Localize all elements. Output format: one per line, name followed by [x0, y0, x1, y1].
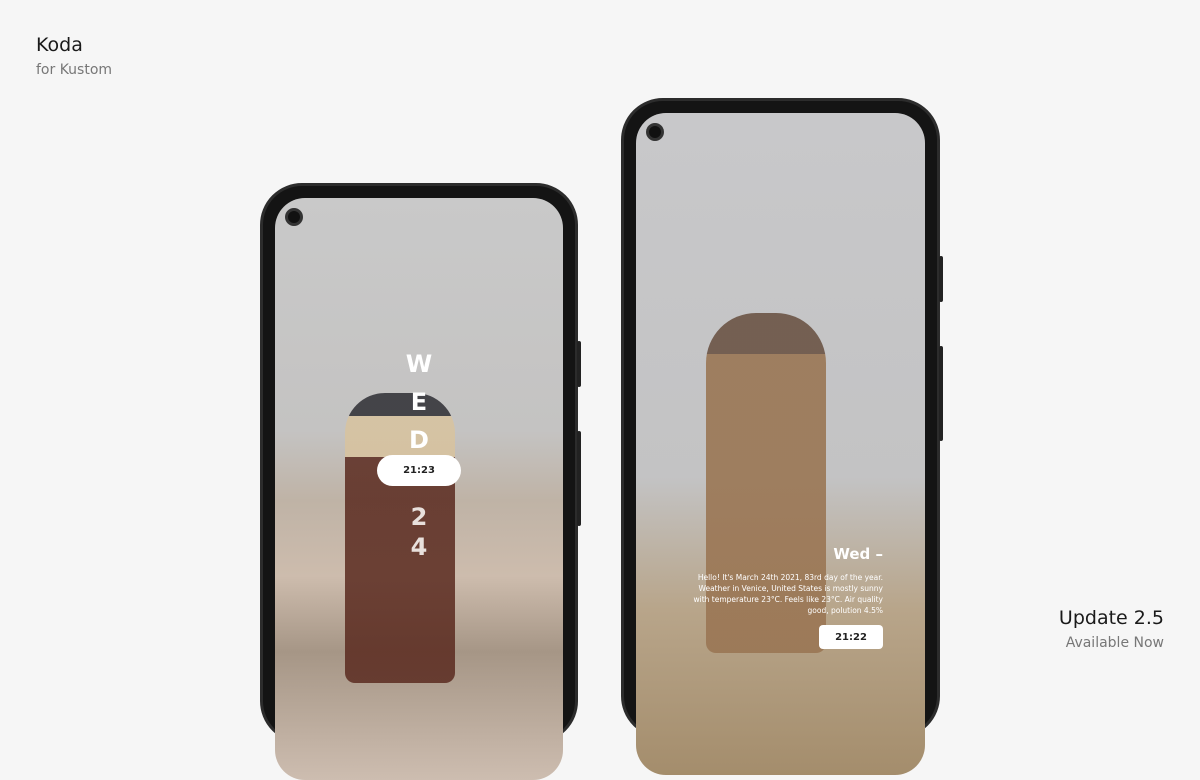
brand-subtitle: for Kustom — [36, 62, 113, 78]
phone-right: Wed – Hello! It's March 24th 2021, 83rd … — [621, 98, 943, 775]
time-pill: 21:23 — [377, 455, 461, 486]
phone-right-screen: Wed – Hello! It's March 24th 2021, 83rd … — [636, 113, 925, 775]
update-subtitle: Available Now — [1065, 635, 1164, 651]
phone-left: W E D 21:23 2 4 — [260, 183, 581, 780]
brand: Koda for Kustom — [36, 34, 112, 78]
camera-icon — [285, 208, 303, 226]
phone-left-screen: W E D 21:23 2 4 — [275, 198, 563, 780]
day-label: Wed – — [833, 545, 883, 563]
power-button — [939, 256, 943, 302]
volume-button — [577, 431, 581, 526]
update-banner: Update 2.5 Available Now — [1059, 607, 1164, 651]
time-pill: 21:22 — [819, 625, 883, 649]
day-letter: D — [409, 426, 429, 454]
date-digit: 4 — [410, 533, 428, 561]
volume-button — [939, 346, 943, 441]
day-letter: W — [405, 350, 433, 378]
camera-icon — [646, 123, 664, 141]
brand-title: Koda — [36, 34, 83, 56]
day-letter: E — [410, 388, 428, 416]
update-title: Update 2.5 — [1058, 607, 1164, 629]
power-button — [577, 341, 581, 387]
info-text: Hello! It's March 24th 2021, 83rd day of… — [693, 573, 883, 615]
